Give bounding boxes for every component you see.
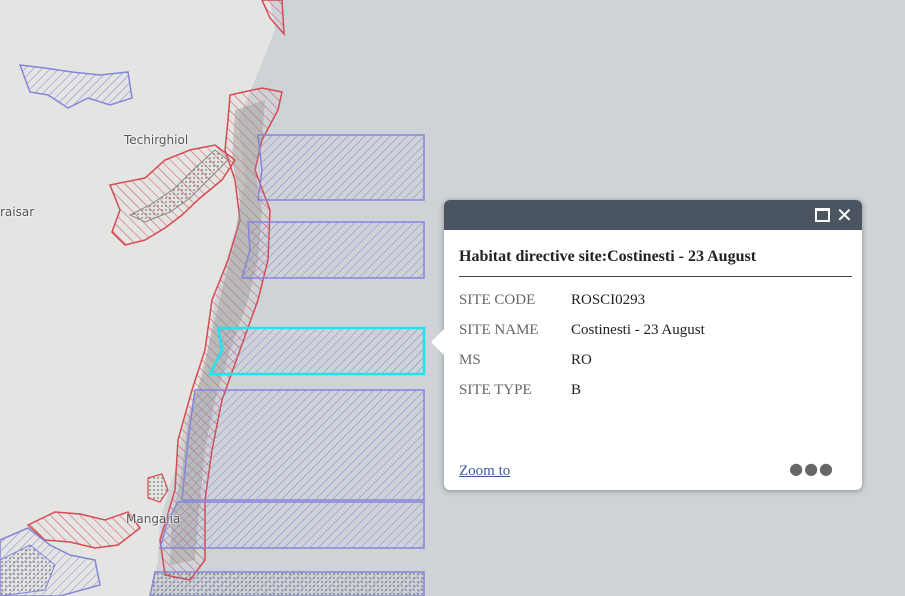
popup-titlebar: ✕	[444, 200, 862, 230]
attr-key: SITE CODE	[459, 291, 536, 308]
popup-pointer	[431, 328, 445, 356]
table-row: SITE NAME Costinesti - 23 August	[459, 315, 705, 345]
attribute-table: SITE CODE ROSCI0293 SITE NAME Costinesti -…	[459, 285, 705, 405]
selected-site-costinesti[interactable]	[207, 326, 426, 376]
info-popup: ✕ Habitat directive site:Costinesti - 23…	[431, 200, 862, 490]
attr-key: SITE NAME	[459, 321, 539, 338]
zoom-to-link[interactable]: Zoom to	[459, 463, 510, 480]
attr-value: RO	[571, 351, 592, 368]
table-row: SITE CODE ROSCI0293	[459, 285, 705, 315]
bird-site-marine-5[interactable]	[159, 501, 425, 549]
attr-value: Costinesti - 23 August	[571, 321, 705, 338]
place-label-techirghiol: Techirghiol	[124, 133, 189, 147]
more-icon[interactable]: ●●●	[789, 459, 834, 478]
bird-site-marine-1[interactable]	[257, 134, 425, 201]
place-label-mangalia: Mangalia	[126, 512, 181, 526]
table-row: SITE TYPE B	[459, 375, 705, 405]
attr-key: SITE TYPE	[459, 381, 532, 398]
popup-title: Habitat directive site:Costinesti - 23 A…	[459, 248, 852, 277]
bird-site-northwest[interactable]	[18, 64, 133, 109]
table-row: MS RO	[459, 345, 705, 375]
maximize-icon[interactable]	[814, 206, 832, 224]
bird-site-marine-2[interactable]	[241, 221, 425, 279]
close-icon[interactable]: ✕	[836, 205, 854, 225]
habitat-site-north[interactable]	[261, 0, 285, 37]
attr-value: B	[571, 381, 582, 398]
attr-key: MS	[459, 351, 481, 368]
attr-value: ROSCI0293	[571, 291, 646, 308]
habitat-site-mangalia-port[interactable]	[147, 473, 169, 503]
place-label-raisar: raisar	[0, 205, 35, 219]
bird-site-marine-4[interactable]	[181, 389, 425, 501]
bird-site-marine-6-dots	[150, 572, 424, 596]
